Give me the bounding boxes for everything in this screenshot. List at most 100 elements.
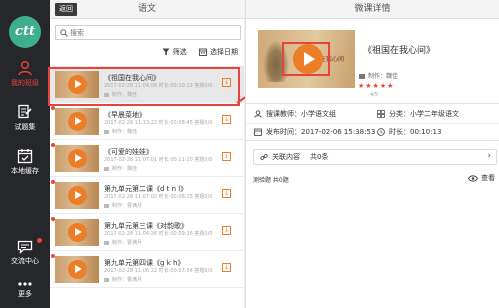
app: ctt 我的班级 试题集 本地缓存 交流中心 更多 语文 返回 搜索 筛选 选择… <box>0 0 499 308</box>
chat-icon <box>17 240 33 254</box>
play-icon[interactable] <box>68 186 87 205</box>
nav-item-local-cache[interactable]: 本地缓存 <box>0 148 50 176</box>
back-button[interactable]: 返回 <box>55 3 77 16</box>
download-icon[interactable]: ↓ <box>222 78 231 87</box>
tag-icon <box>104 240 109 245</box>
tag-icon <box>104 92 109 97</box>
related-content-row[interactable]: 关联内容 共0条 › <box>253 149 497 165</box>
lesson-maker-text: 制作：曹满月 <box>112 277 143 283</box>
calendar-check-icon <box>17 149 33 164</box>
play-icon[interactable] <box>68 112 87 131</box>
grid-icon <box>377 110 385 118</box>
lesson-thumbnail <box>55 108 99 135</box>
nav-item-test-set[interactable]: 试题集 <box>0 104 50 132</box>
subject-title: 语文 <box>137 4 156 14</box>
nav-label-test-set: 试题集 <box>14 123 36 131</box>
nav-item-chat-center[interactable]: 交流中心 <box>0 240 50 266</box>
play-icon[interactable] <box>68 223 87 242</box>
lesson-maker: 制作：曹满月 <box>104 239 142 246</box>
download-icon[interactable]: ↓ <box>222 152 231 161</box>
tag-icon <box>104 203 109 208</box>
duration-info: 时长：00:10:13 <box>377 127 441 137</box>
lesson-thumbnail <box>55 145 99 172</box>
lesson-item[interactable]: 第九单元第四课《g k h》 2017-02-28 11:06:22 时长:00… <box>50 251 244 288</box>
lesson-maker-text: 制作：魏佳 <box>112 129 138 135</box>
play-icon[interactable] <box>68 260 87 279</box>
filter-icon <box>162 48 170 56</box>
lesson-thumbnail <box>55 182 99 209</box>
tag-icon <box>359 74 365 79</box>
download-icon[interactable]: ↓ <box>222 263 231 272</box>
rating-stars[interactable]: ★★★★★ <box>358 82 394 90</box>
lesson-meta: 2017-02-28 11:06:22 时长:00:07:54 答题0/0 <box>104 268 213 274</box>
lesson-list-pane: 语文 返回 筛选 选择日期 《祖国在我心间》 2017-02-28 11:04:… <box>50 0 244 308</box>
lesson-cover[interactable]: 祖国在我心间 <box>258 30 355 88</box>
lesson-maker-text: 制作：魏佳 <box>112 166 138 172</box>
lesson-maker: 制作：曹满月 <box>104 202 142 209</box>
lesson-thumbnail <box>55 256 99 283</box>
lesson-item[interactable]: 《祖国在我心间》 2017-02-28 11:04:08 时长:00:10:13… <box>50 66 244 103</box>
lesson-detail-maker: 制作：魏佳 <box>359 71 398 80</box>
info-divider <box>246 123 499 124</box>
category-text: 分类：小学二年级语文 <box>389 110 459 118</box>
lesson-item[interactable]: 《可爱的娃娃》 2017-02-28 11:07:01 时长:00:11:20 … <box>50 140 244 177</box>
chat-unread-dot <box>37 238 42 243</box>
category-info: 分类：小学二年级语文 <box>377 109 459 119</box>
lesson-thumbnail <box>55 219 99 246</box>
lesson-item[interactable]: 第九单元第二课《d t n l》 2017-02-28 11:07:02 时长:… <box>50 177 244 214</box>
eye-icon <box>468 174 478 182</box>
list-toolbar: 筛选 选择日期 <box>152 47 238 59</box>
search-box[interactable] <box>55 25 241 40</box>
lesson-detail-maker-text: 制作：魏佳 <box>368 73 399 80</box>
nav-label-local-cache: 本地缓存 <box>11 167 39 175</box>
lesson-meta: 2017-02-28 11:07:02 时长:00:08:25 答题0/0 <box>104 194 213 200</box>
related-label: 关联内容 <box>272 153 300 161</box>
tag-icon <box>104 277 109 282</box>
detail-header: 微课详情 <box>246 0 499 19</box>
lesson-list: 《祖国在我心间》 2017-02-28 11:04:08 时长:00:10:13… <box>50 66 244 288</box>
lesson-detail-pane: 微课详情 祖国在我心间 《祖国在我心间》 制作：魏佳 ★★★★★ 4/5 搜课教… <box>245 0 499 308</box>
download-icon[interactable]: ↓ <box>222 189 231 198</box>
user-icon <box>254 110 262 118</box>
lesson-maker: 制作：魏佳 <box>104 165 137 172</box>
lesson-maker-text: 制作：魏佳 <box>112 92 138 98</box>
select-date-label: 选择日期 <box>210 48 238 56</box>
sidebar-nav: ctt 我的班级 试题集 本地缓存 交流中心 更多 <box>0 0 50 308</box>
play-icon[interactable] <box>68 75 87 94</box>
lesson-item[interactable]: 《早晨菜地》 2017-02-28 11:13:22 时长:00:08:45 答… <box>50 103 244 140</box>
publish-info: 发布时间：2017-02-06 15:38:53 <box>254 127 375 137</box>
tag-icon <box>104 166 109 171</box>
download-icon[interactable]: ↓ <box>222 226 231 235</box>
list-header: 语文 返回 <box>50 0 244 19</box>
teacher-info: 搜课教师：小学语文组 <box>254 109 336 119</box>
quiz-info: 测验题 共0题 <box>253 177 289 184</box>
chevron-right-icon: › <box>487 151 491 161</box>
nav-item-my-class[interactable]: 我的班级 <box>0 60 50 88</box>
download-icon[interactable]: ↓ <box>222 115 231 124</box>
select-date-button[interactable]: 选择日期 <box>199 47 238 57</box>
lesson-meta: 2017-02-28 11:07:01 时长:00:11:20 答题0/0 <box>104 157 213 163</box>
lesson-detail-title: 《祖国在我心间》 <box>363 46 436 56</box>
lesson-meta: 2017-02-28 11:13:22 时长:00:08:45 答题0/0 <box>104 120 213 126</box>
view-quiz-button[interactable]: 查看 <box>468 173 495 183</box>
lesson-maker: 制作：曹满月 <box>104 276 142 283</box>
play-icon[interactable] <box>68 149 87 168</box>
test-set-icon <box>18 104 32 119</box>
nav-label-chat-center: 交流中心 <box>11 257 39 265</box>
view-label: 查看 <box>481 174 495 182</box>
nav-label-my-class: 我的班级 <box>11 79 39 87</box>
publish-text: 发布时间：2017-02-06 15:38:53 <box>266 128 376 136</box>
lesson-meta: 2017-02-28 11:04:08 时长:00:10:13 答题0/0 <box>104 83 213 89</box>
link-icon <box>260 153 268 161</box>
lesson-maker-text: 制作：曹满月 <box>112 240 143 246</box>
filter-button[interactable]: 筛选 <box>162 47 187 57</box>
clock-icon <box>377 128 385 136</box>
calendar-icon <box>199 48 207 56</box>
nav-item-more[interactable]: 更多 <box>0 281 50 299</box>
lesson-maker: 制作：魏佳 <box>104 128 137 135</box>
lesson-meta: 2017-02-28 11:04:26 时长:00:09:16 答题0/0 <box>104 231 213 237</box>
search-input[interactable] <box>70 26 236 39</box>
lesson-item[interactable]: 第九单元第三课《对韵歌》 2017-02-28 11:04:26 时长:00:0… <box>50 214 244 251</box>
user-icon <box>18 61 32 76</box>
filter-label: 筛选 <box>172 48 187 56</box>
